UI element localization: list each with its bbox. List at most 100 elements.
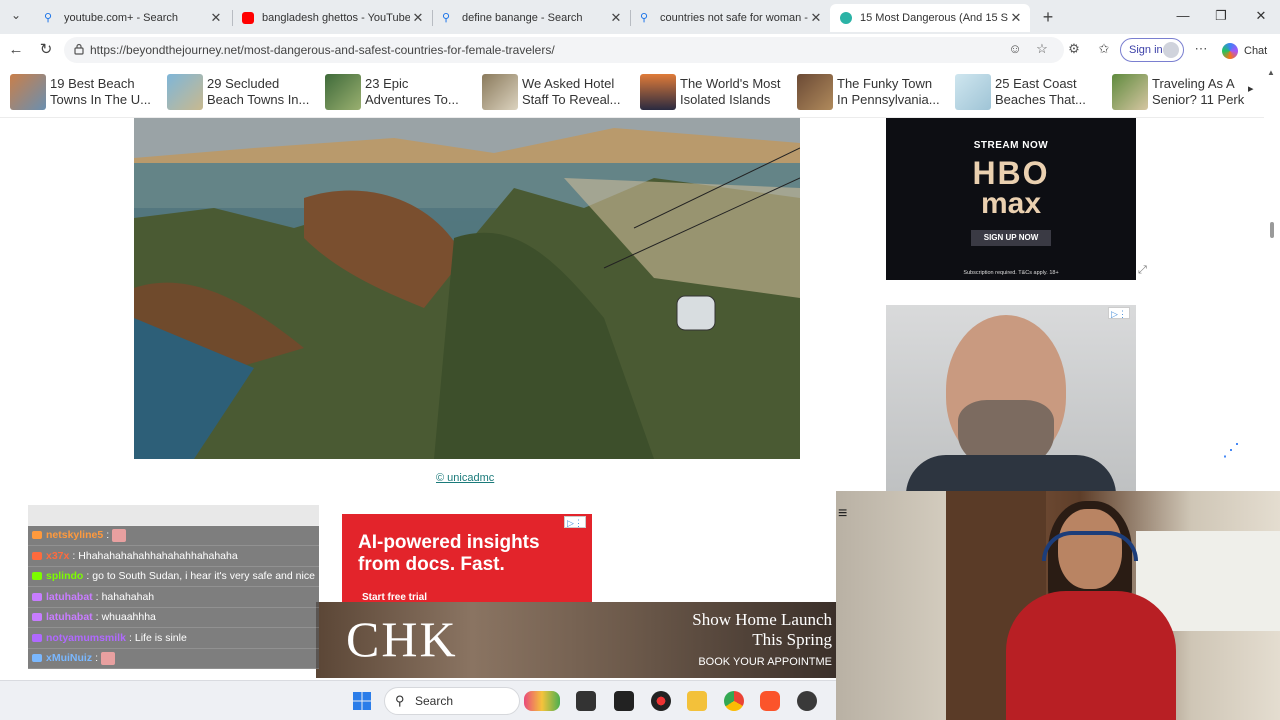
address-bar-row: ← ↻ https://beyondthejourney.net/most-da…	[0, 34, 1280, 66]
chat-username: notyamumsmilk	[46, 631, 126, 644]
favorites-icon[interactable]: ✩	[1096, 41, 1112, 57]
tab-actions-chevron-icon[interactable]: ⌄	[6, 8, 26, 26]
chat-emote-icon	[112, 528, 127, 542]
hbo-max-ad[interactable]: STREAM NOW HBO max SIGN UP NOW Subscript…	[886, 118, 1136, 280]
copilot-chat-button[interactable]: Chat	[1222, 42, 1267, 60]
chat-separator: :	[106, 529, 110, 542]
close-icon[interactable]: ✕	[608, 10, 624, 26]
hbo-logo-text: HBO	[972, 155, 1050, 191]
related-item[interactable]: We Asked Hotel Staff To Reveal...	[482, 74, 626, 110]
related-title: Traveling As A	[1152, 76, 1235, 91]
sign-in-label: Sign in	[1129, 44, 1163, 56]
file-explorer-icon[interactable]	[687, 691, 707, 711]
tulips-widget-icon[interactable]	[524, 691, 560, 711]
sign-in-button[interactable]: Sign in	[1120, 38, 1184, 62]
chat-username: x37x	[46, 549, 70, 562]
related-item[interactable]: 29 Secluded Beach Towns In...	[167, 74, 311, 110]
tab-youtube-search[interactable]: ⚲ youtube.com+ - Search ✕	[34, 4, 230, 32]
scrollbar-thumb[interactable]	[1270, 222, 1274, 238]
new-tab-plus-icon[interactable]: +	[1038, 7, 1058, 27]
chat-separator: :	[95, 652, 99, 665]
chat-separator: :	[86, 570, 90, 583]
close-icon[interactable]: ✕	[410, 10, 426, 26]
related-articles-strip: 19 Best Beach Towns In The U... 29 Seclud…	[0, 66, 1280, 118]
chevron-right-icon[interactable]: ▸	[1248, 82, 1260, 95]
image-credit-link[interactable]: © unicadmc	[436, 472, 494, 484]
chat-message: x37x: Hhahahahahahhahahahhahahaha	[28, 546, 319, 567]
share-icon[interactable]: ⋰	[1220, 440, 1242, 462]
chat-separator: :	[128, 631, 132, 644]
tab-countries-search[interactable]: ⚲ countries not safe for woman - Search …	[630, 4, 830, 32]
brave-icon[interactable]	[760, 691, 780, 711]
url-text: https://beyondthejourney.net/most-danger…	[90, 43, 555, 57]
taskbar-search[interactable]: ⚲ Search	[384, 687, 520, 715]
site-info-icon[interactable]	[72, 42, 86, 56]
related-title: Staff To Reveal...	[522, 92, 621, 107]
related-item[interactable]: 19 Best Beach Towns In The U...	[10, 74, 154, 110]
related-item[interactable]: 25 East Coast Beaches That...	[955, 74, 1099, 110]
window-close-icon[interactable]: ✕	[1248, 6, 1274, 26]
adchoices-icon[interactable]: ▷⋮	[564, 516, 586, 528]
sign-up-now-button[interactable]: SIGN UP NOW	[971, 230, 1051, 246]
thumbnail-image	[640, 74, 676, 110]
close-icon[interactable]: ✕	[1008, 10, 1024, 26]
related-title: Senior? 11 Perk	[1152, 92, 1245, 107]
start-free-trial-button[interactable]: Start free trial	[362, 592, 427, 602]
tab-title: countries not safe for woman - Search	[660, 12, 808, 24]
obs-icon[interactable]	[797, 691, 817, 711]
chrome-icon[interactable]	[724, 691, 744, 711]
windows-start-icon[interactable]	[352, 691, 372, 711]
expand-icon[interactable]: ⤢	[1138, 264, 1150, 276]
thumbnail-image	[955, 74, 991, 110]
book-appointment-button[interactable]: BOOK YOUR APPOINTME	[698, 656, 832, 668]
headphones	[1042, 531, 1138, 561]
search-icon: ⚲	[395, 693, 405, 708]
tab-female-travelers[interactable]: 15 Most Dangerous (And 15 Safest) Countr…	[830, 4, 1030, 32]
taskbar-search-label: Search	[415, 694, 454, 708]
ad-headline: STREAM NOW	[973, 140, 1049, 151]
chat-username: xMuiNuiz	[46, 652, 93, 665]
chat-text: Hhahahahahahhahahahhahahaha	[78, 549, 238, 562]
chat-badge-icon	[32, 613, 42, 622]
close-icon[interactable]: ✕	[808, 10, 824, 26]
youtube-icon	[242, 12, 254, 24]
chk-banner-ad[interactable]: CHK Show Home Launch This Spring BOOK YO…	[316, 602, 836, 678]
task-view-icon[interactable]	[576, 691, 596, 711]
related-item[interactable]: Traveling As A Senior? 11 Perk	[1112, 74, 1246, 110]
thumbnail-image	[10, 74, 46, 110]
photo-ad[interactable]: ▷⋮	[886, 305, 1136, 491]
chat-message: xMuiNuiz:	[28, 648, 319, 669]
related-item[interactable]: 23 Epic Adventures To...	[325, 74, 469, 110]
app-icon[interactable]	[614, 691, 634, 711]
tab-title: 15 Most Dangerous (And 15 Safest) Countr…	[860, 12, 1008, 24]
page-scrollbar[interactable]: ▲	[1264, 66, 1280, 491]
tab-bangladesh-youtube[interactable]: bangladesh ghettos - YouTube ✕	[232, 4, 432, 32]
ai-insights-ad[interactable]: AI-powered insights from docs. Fast. Star…	[342, 514, 592, 602]
ad-person-shirt	[906, 455, 1116, 491]
related-item[interactable]: The World's Most Isolated Islands	[640, 74, 784, 110]
restore-icon[interactable]: ❐	[1208, 6, 1234, 26]
address-bar[interactable]: https://beyondthejourney.net/most-danger…	[64, 37, 1064, 63]
close-icon[interactable]: ✕	[208, 10, 224, 26]
related-title: Towns In The U...	[50, 92, 151, 107]
chat-separator: :	[95, 590, 99, 603]
extensions-icon[interactable]: ⚙	[1066, 41, 1082, 57]
minimize-icon[interactable]: —	[1170, 6, 1196, 26]
tab-define-banange[interactable]: ⚲ define banange - Search ✕	[432, 4, 630, 32]
ad-headline: from docs. Fast.	[358, 554, 505, 575]
related-title: Beach Towns In...	[207, 92, 310, 107]
rio-landscape-illustration	[134, 118, 800, 459]
related-title: 19 Best Beach	[50, 76, 135, 91]
more-menu-icon[interactable]: ⋯	[1193, 41, 1209, 57]
back-arrow-icon[interactable]: ←	[6, 40, 26, 60]
tab-title: bangladesh ghettos - YouTube	[262, 12, 410, 24]
related-item[interactable]: The Funky Town In Pennsylvania...	[797, 74, 941, 110]
hamburger-menu-icon[interactable]: ≡	[838, 505, 856, 523]
reader-mode-icon[interactable]: ☺	[1007, 41, 1023, 57]
favorite-star-icon[interactable]: ☆	[1034, 41, 1050, 57]
scroll-up-icon[interactable]: ▲	[1267, 68, 1275, 77]
media-app-icon[interactable]	[651, 691, 671, 711]
refresh-icon[interactable]: ↻	[36, 40, 56, 60]
chat-badge-icon	[32, 551, 42, 560]
adchoices-icon[interactable]: ▷⋮	[1108, 307, 1130, 319]
